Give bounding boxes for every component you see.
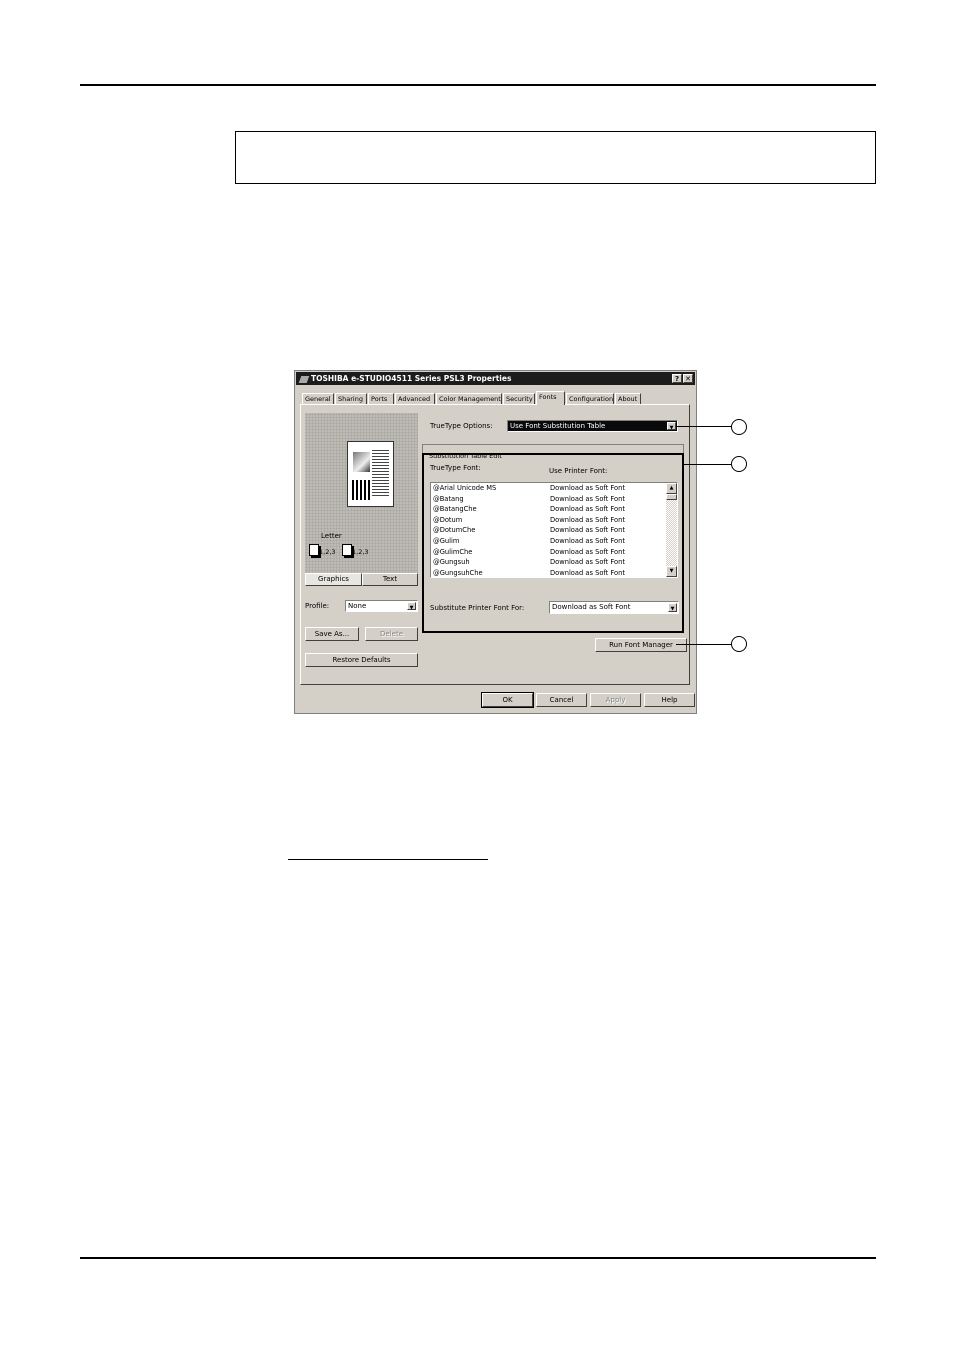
chevron-down-icon[interactable]: ▼ xyxy=(667,422,676,431)
callout-circle-3 xyxy=(731,636,747,652)
tab-fonts[interactable]: Fonts xyxy=(536,391,565,405)
footer-rule xyxy=(80,1257,876,1259)
preview-bars xyxy=(352,480,370,500)
profile-select[interactable]: None ▼ xyxy=(345,600,418,612)
tab-about[interactable]: About xyxy=(615,393,641,404)
callout-circle-2 xyxy=(731,456,747,472)
profile-value: None xyxy=(348,602,367,610)
callout-highlight-box xyxy=(422,453,684,633)
help-dialog-button[interactable]: Help xyxy=(644,693,695,707)
callout-leader-3 xyxy=(676,644,731,645)
collate-copies-b: 1,2,3 xyxy=(342,544,369,556)
copies-a-text: 1,2,3 xyxy=(319,548,336,556)
dialog-titlebar: TOSHIBA e-STUDIO4511 Series PSL3 Propert… xyxy=(296,372,695,385)
collate-copies-a: 1,2,3 xyxy=(309,544,336,556)
preview-text-lines xyxy=(372,450,389,496)
restore-defaults-button[interactable]: Restore Defaults xyxy=(305,653,418,667)
save-as-button[interactable]: Save As... xyxy=(305,627,359,641)
tab-ports[interactable]: Ports xyxy=(368,393,394,404)
copies-b-text: 1,2,3 xyxy=(352,548,369,556)
ok-button[interactable]: OK xyxy=(481,692,534,708)
preview-paper xyxy=(347,441,394,507)
header-rule xyxy=(80,84,876,86)
tab-security[interactable]: Security xyxy=(503,393,535,404)
run-font-manager-button[interactable]: Run Font Manager xyxy=(595,638,687,652)
tab-general[interactable]: General xyxy=(302,393,334,404)
copies-stack-icon xyxy=(342,544,352,556)
delete-button[interactable]: Delete xyxy=(365,627,418,641)
text-tab-button[interactable]: Text xyxy=(362,573,418,586)
cancel-button[interactable]: Cancel xyxy=(536,693,587,707)
note-box xyxy=(235,131,876,184)
chevron-down-icon[interactable]: ▼ xyxy=(407,602,416,611)
graphics-tab-button[interactable]: Graphics xyxy=(305,573,362,586)
callout-leader-2 xyxy=(684,464,731,465)
tab-advanced[interactable]: Advanced xyxy=(395,393,435,404)
truetype-options-value: Use Font Substitution Table xyxy=(510,422,606,430)
link-underline xyxy=(288,859,488,860)
tab-configuration[interactable]: Configuration xyxy=(566,393,614,404)
preview-image xyxy=(353,452,370,472)
tab-sharing[interactable]: Sharing xyxy=(335,393,367,404)
printer-icon xyxy=(298,375,310,383)
close-button[interactable]: ✕ xyxy=(683,374,693,383)
callout-leader-1 xyxy=(676,426,731,427)
truetype-options-select[interactable]: Use Font Substitution Table ▼ xyxy=(507,420,678,432)
profile-label: Profile: xyxy=(305,602,330,610)
truetype-options-label: TrueType Options: xyxy=(430,422,493,430)
copies-stack-icon xyxy=(309,544,319,556)
page-preview: Letter 1,2,3 1,2,3 xyxy=(305,413,418,582)
callout-circle-1 xyxy=(731,419,747,435)
dialog-title: TOSHIBA e-STUDIO4511 Series PSL3 Propert… xyxy=(311,374,512,383)
help-button[interactable]: ? xyxy=(672,374,682,383)
apply-button[interactable]: Apply xyxy=(590,693,641,707)
tab-color-management[interactable]: Color Management xyxy=(436,393,502,404)
paper-size-label: Letter xyxy=(321,532,342,540)
